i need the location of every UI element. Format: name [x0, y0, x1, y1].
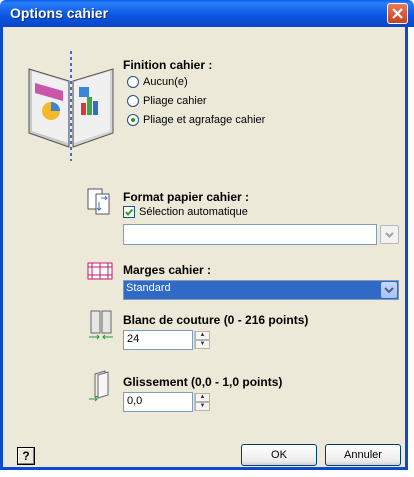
glissement-value: 0,0 — [127, 395, 143, 407]
dialog-window: Options cahier Finition cahier : Aucun(e… — [0, 0, 414, 470]
radio-pliage-agrafage-label: Pliage et agrafage cahier — [143, 114, 266, 126]
spin-up-icon[interactable]: ▲ — [195, 393, 210, 402]
blanc-spinner[interactable]: ▲ ▼ — [194, 331, 210, 349]
help-button[interactable]: ? — [17, 447, 35, 465]
spin-up-icon[interactable]: ▲ — [195, 331, 210, 340]
paper-format-select[interactable] — [123, 224, 377, 245]
radio-pliage-label: Pliage cahier — [143, 95, 207, 107]
help-icon: ? — [22, 449, 30, 463]
radio-pliage[interactable]: Pliage cahier — [127, 95, 207, 107]
spin-down-icon[interactable]: ▼ — [195, 402, 210, 411]
marges-select[interactable]: Standard — [123, 280, 399, 300]
booklet-icon — [21, 51, 121, 161]
blanc-input[interactable]: 24 — [123, 330, 193, 350]
radio-aucun-control[interactable] — [127, 76, 139, 88]
marges-value: Standard — [126, 282, 171, 294]
chevron-down-icon — [384, 287, 394, 294]
glissement-label: Glissement (0,0 - 1,0 points) — [123, 375, 283, 389]
close-icon — [392, 8, 403, 19]
title-bar[interactable]: Options cahier — [0, 0, 414, 27]
radio-aucun[interactable]: Aucun(e) — [127, 76, 188, 88]
ok-button[interactable]: OK — [241, 444, 317, 466]
auto-select-label: Sélection automatique — [139, 206, 248, 218]
chevron-down-icon — [385, 232, 394, 238]
auto-select-check-control[interactable] — [123, 206, 135, 218]
creep-icon — [87, 370, 115, 402]
radio-aucun-label: Aucun(e) — [143, 76, 188, 88]
cancel-button[interactable]: Annuler — [325, 444, 401, 466]
radio-pliage-agrafage-control[interactable] — [127, 114, 139, 126]
radio-pliage-control[interactable] — [127, 95, 139, 107]
gutter-icon — [87, 310, 115, 342]
auto-select-checkbox[interactable]: Sélection automatique — [123, 206, 248, 218]
spin-down-icon[interactable]: ▼ — [195, 340, 210, 349]
blanc-value: 24 — [127, 333, 140, 345]
marges-label: Marges cahier : — [123, 263, 212, 277]
glissement-input[interactable]: 0,0 — [123, 392, 193, 412]
glissement-spinner[interactable]: ▲ ▼ — [194, 393, 210, 411]
marges-dropdown-button[interactable] — [381, 282, 397, 298]
finition-label: Finition cahier : — [123, 58, 213, 72]
blanc-label: Blanc de couture (0 - 216 points) — [123, 313, 309, 327]
format-label: Format papier cahier : — [123, 190, 250, 204]
check-icon — [125, 208, 134, 217]
paper-format-icon — [87, 188, 111, 216]
close-button[interactable] — [387, 3, 408, 24]
paper-format-dropdown-button[interactable] — [380, 225, 399, 244]
margins-icon — [87, 261, 113, 281]
radio-pliage-agrafage[interactable]: Pliage et agrafage cahier — [127, 114, 265, 126]
window-title: Options cahier — [10, 5, 109, 21]
